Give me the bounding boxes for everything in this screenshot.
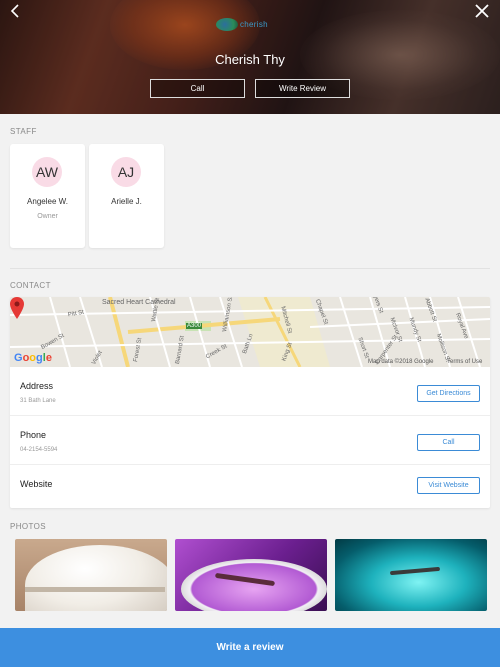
phone-label: Phone — [20, 430, 47, 440]
get-directions-button[interactable]: Get Directions — [417, 385, 480, 402]
map-pin-icon — [10, 297, 24, 319]
write-a-review-button[interactable]: Write a review — [0, 628, 500, 667]
visit-website-button[interactable]: Visit Website — [417, 477, 480, 494]
float-tub-image — [181, 559, 327, 611]
avatar: AW — [32, 157, 62, 187]
back-arrow-icon[interactable] — [6, 1, 26, 21]
google-logo: Google — [14, 352, 52, 364]
photo-thumbnail[interactable] — [175, 539, 327, 611]
road-shield: A300 — [186, 323, 203, 329]
location-map[interactable]: Sacred Heart Cathedral Mitchell St Pitt … — [10, 297, 490, 367]
avatar: AJ — [111, 157, 141, 187]
float-pod-image — [25, 545, 167, 611]
address-value: 31 Bath Lane — [20, 398, 56, 404]
staff-name: Angelee W. — [27, 197, 68, 206]
close-icon[interactable] — [472, 1, 492, 21]
business-name: Cherish Thy — [215, 52, 285, 67]
call-phone-button[interactable]: Call — [417, 434, 480, 451]
staff-card[interactable]: AJ Arielle J. — [89, 144, 164, 248]
phone-value: 04-2154-5594 — [20, 447, 58, 453]
photo-thumbnail[interactable] — [15, 539, 167, 611]
float-pod-band — [25, 587, 165, 592]
map-attribution: Map data ©2018 Google — [368, 359, 434, 365]
map-terms-link[interactable]: Terms of Use — [447, 359, 482, 365]
call-button[interactable]: Call — [150, 79, 245, 98]
business-logo: cherish — [216, 18, 268, 31]
staff-name: Arielle J. — [111, 197, 142, 206]
section-divider — [10, 268, 490, 269]
contact-card: Sacred Heart Cathedral Mitchell St Pitt … — [10, 297, 490, 508]
phone-row: Phone 04-2154-5594 Call — [10, 416, 490, 465]
contact-section-label: CONTACT — [10, 281, 51, 290]
staff-role: Owner — [37, 213, 58, 220]
photos-section-label: PHOTOS — [10, 522, 47, 531]
logo-text: cherish — [240, 20, 268, 29]
staff-card[interactable]: AW Angelee W. Owner — [10, 144, 85, 248]
address-label: Address — [20, 381, 54, 391]
write-review-button[interactable]: Write Review — [255, 79, 350, 98]
photo-thumbnail[interactable] — [335, 539, 487, 611]
staff-section-label: STAFF — [10, 127, 37, 136]
website-row: Website Visit Website — [10, 465, 490, 508]
logo-mark-icon — [216, 18, 238, 31]
hero-banner: cherish Cherish Thy Call Write Review — [0, 0, 500, 114]
website-label: Website — [20, 479, 53, 489]
floating-person-image — [389, 566, 441, 576]
map-label: Sacred Heart Cathedral — [102, 299, 176, 306]
address-row: Address 31 Bath Lane Get Directions — [10, 367, 490, 416]
